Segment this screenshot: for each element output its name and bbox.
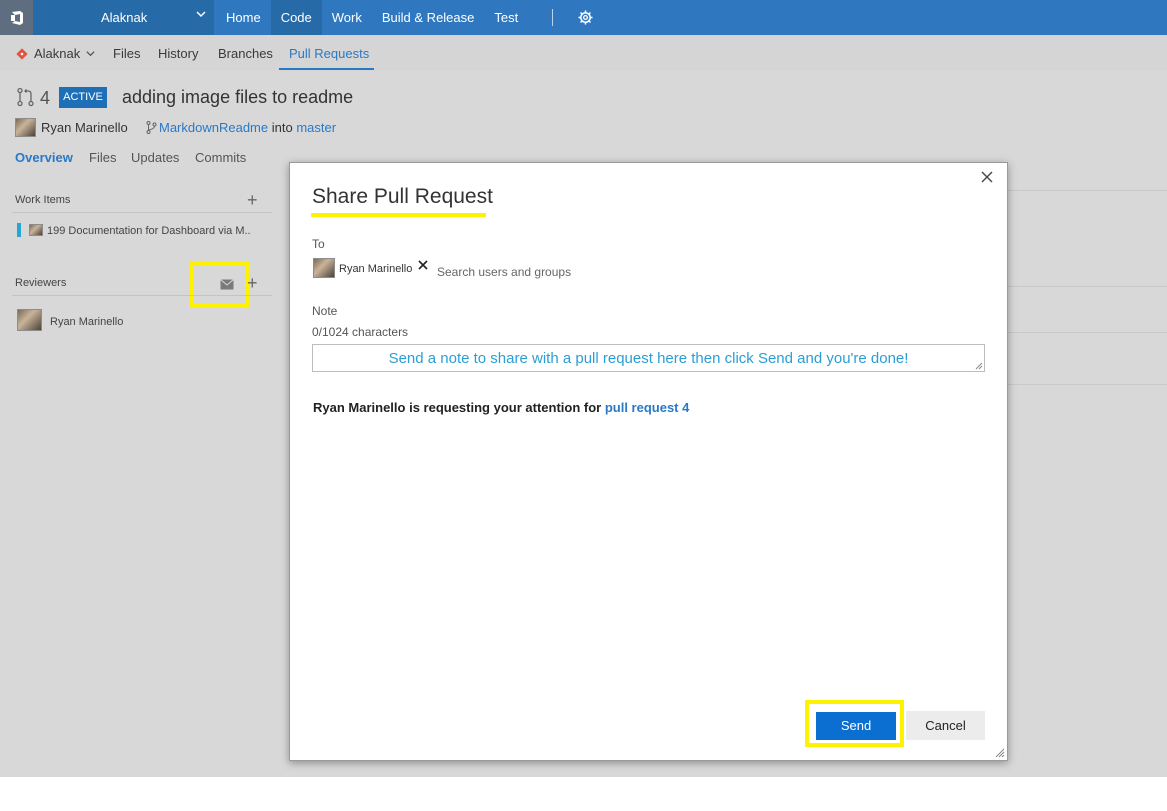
remove-recipient-icon[interactable]: [417, 259, 429, 271]
request-text: Ryan Marinello is requesting your attent…: [313, 400, 602, 415]
note-label: Note: [312, 304, 338, 318]
recipient-chip: Ryan Marinello: [339, 263, 413, 275]
divider: [1007, 384, 1167, 385]
vsts-logo[interactable]: [0, 0, 33, 35]
nav-home[interactable]: Home: [216, 0, 271, 35]
highlight-share-button: [190, 261, 249, 308]
divider: [12, 295, 272, 296]
reviewers-title: Reviewers: [15, 277, 67, 289]
gear-icon[interactable]: [578, 10, 593, 25]
work-item-avatar: [29, 224, 43, 236]
title-highlight: [311, 213, 486, 217]
project-name: Alaknak: [101, 10, 148, 25]
branch-into-text: into: [271, 120, 293, 135]
tab-files[interactable]: Files: [113, 46, 140, 61]
author-avatar: [15, 118, 36, 137]
nav-build-release[interactable]: Build & Release: [372, 0, 485, 35]
branch-icon: [146, 121, 157, 134]
git-repo-icon: [16, 47, 28, 60]
vsts-logo-icon: [10, 10, 23, 25]
target-branch-link[interactable]: master: [296, 120, 336, 135]
app-window: Alaknak Home Code Work Build & Release T…: [0, 0, 1167, 777]
nav-code[interactable]: Code: [270, 0, 322, 35]
tab-branches[interactable]: Branches: [218, 46, 273, 61]
note-textarea[interactable]: Send a note to share with a pull request…: [312, 344, 985, 372]
work-item-color-bar: [17, 223, 21, 237]
work-items-title: Work Items: [15, 194, 71, 206]
cancel-button[interactable]: Cancel: [906, 711, 985, 740]
code-hub-bar: Alaknak Files History Branches Pull Requ…: [0, 35, 1167, 71]
highlight-send-button: [805, 700, 904, 747]
add-work-item-button[interactable]: +: [247, 191, 258, 209]
page-title: adding image files to readme: [122, 87, 354, 107]
pull-request-link[interactable]: pull request 4: [605, 400, 690, 415]
nav-test[interactable]: Test: [484, 0, 528, 35]
dialog-title: Share Pull Request: [312, 185, 493, 208]
divider: [1007, 332, 1167, 333]
status-badge: ACTIVE: [59, 87, 107, 108]
divider: [12, 212, 272, 213]
tab-history[interactable]: History: [158, 46, 198, 61]
tab-commits[interactable]: Commits: [195, 150, 246, 165]
chevron-down-icon: [196, 11, 206, 18]
project-selector[interactable]: Alaknak: [33, 0, 214, 35]
tab-overview[interactable]: Overview: [15, 150, 73, 165]
main-nav: Home Code Work Build & Release Test: [216, 0, 528, 35]
tab-updates[interactable]: Updates: [131, 150, 179, 165]
pr-number: 4: [40, 88, 51, 108]
add-reviewer-button[interactable]: +: [247, 274, 258, 292]
note-text: Send a note to share with a pull request…: [388, 350, 909, 367]
nav-divider: [552, 9, 553, 26]
active-tab-indicator: [279, 68, 374, 70]
author-name: Ryan Marinello: [41, 120, 128, 135]
divider: [1007, 286, 1167, 287]
char-count: 0/1024 characters: [312, 325, 409, 339]
dialog-resize-icon[interactable]: [995, 748, 1005, 758]
tab-pr-files[interactable]: Files: [89, 150, 116, 165]
recipient-avatar: [313, 258, 335, 278]
nav-work[interactable]: Work: [322, 0, 372, 35]
reviewer-avatar: [17, 309, 42, 331]
tab-pull-requests[interactable]: Pull Requests: [289, 46, 369, 61]
repo-name: Alaknak: [34, 46, 81, 61]
work-item-link[interactable]: 199 Documentation for Dashboard via M..: [47, 225, 257, 237]
reviewer-name: Ryan Marinello: [50, 316, 124, 328]
chevron-down-icon: [86, 51, 95, 57]
search-input[interactable]: Search users and groups: [437, 265, 571, 279]
pull-request-icon: [17, 87, 34, 107]
source-branch-link[interactable]: MarkdownReadme: [159, 120, 268, 135]
divider: [1007, 190, 1167, 191]
close-icon[interactable]: [979, 169, 995, 185]
resize-handle-icon[interactable]: [975, 362, 983, 370]
repo-selector[interactable]: Alaknak: [16, 46, 96, 61]
request-message: Ryan Marinello is requesting your attent…: [313, 400, 689, 415]
share-pull-request-dialog: Share Pull Request To Ryan Marinello Sea…: [289, 162, 1008, 761]
to-label: To: [312, 237, 325, 251]
top-nav-bar: Alaknak Home Code Work Build & Release T…: [0, 0, 1167, 35]
branch-info: MarkdownReadme into master: [159, 120, 336, 135]
